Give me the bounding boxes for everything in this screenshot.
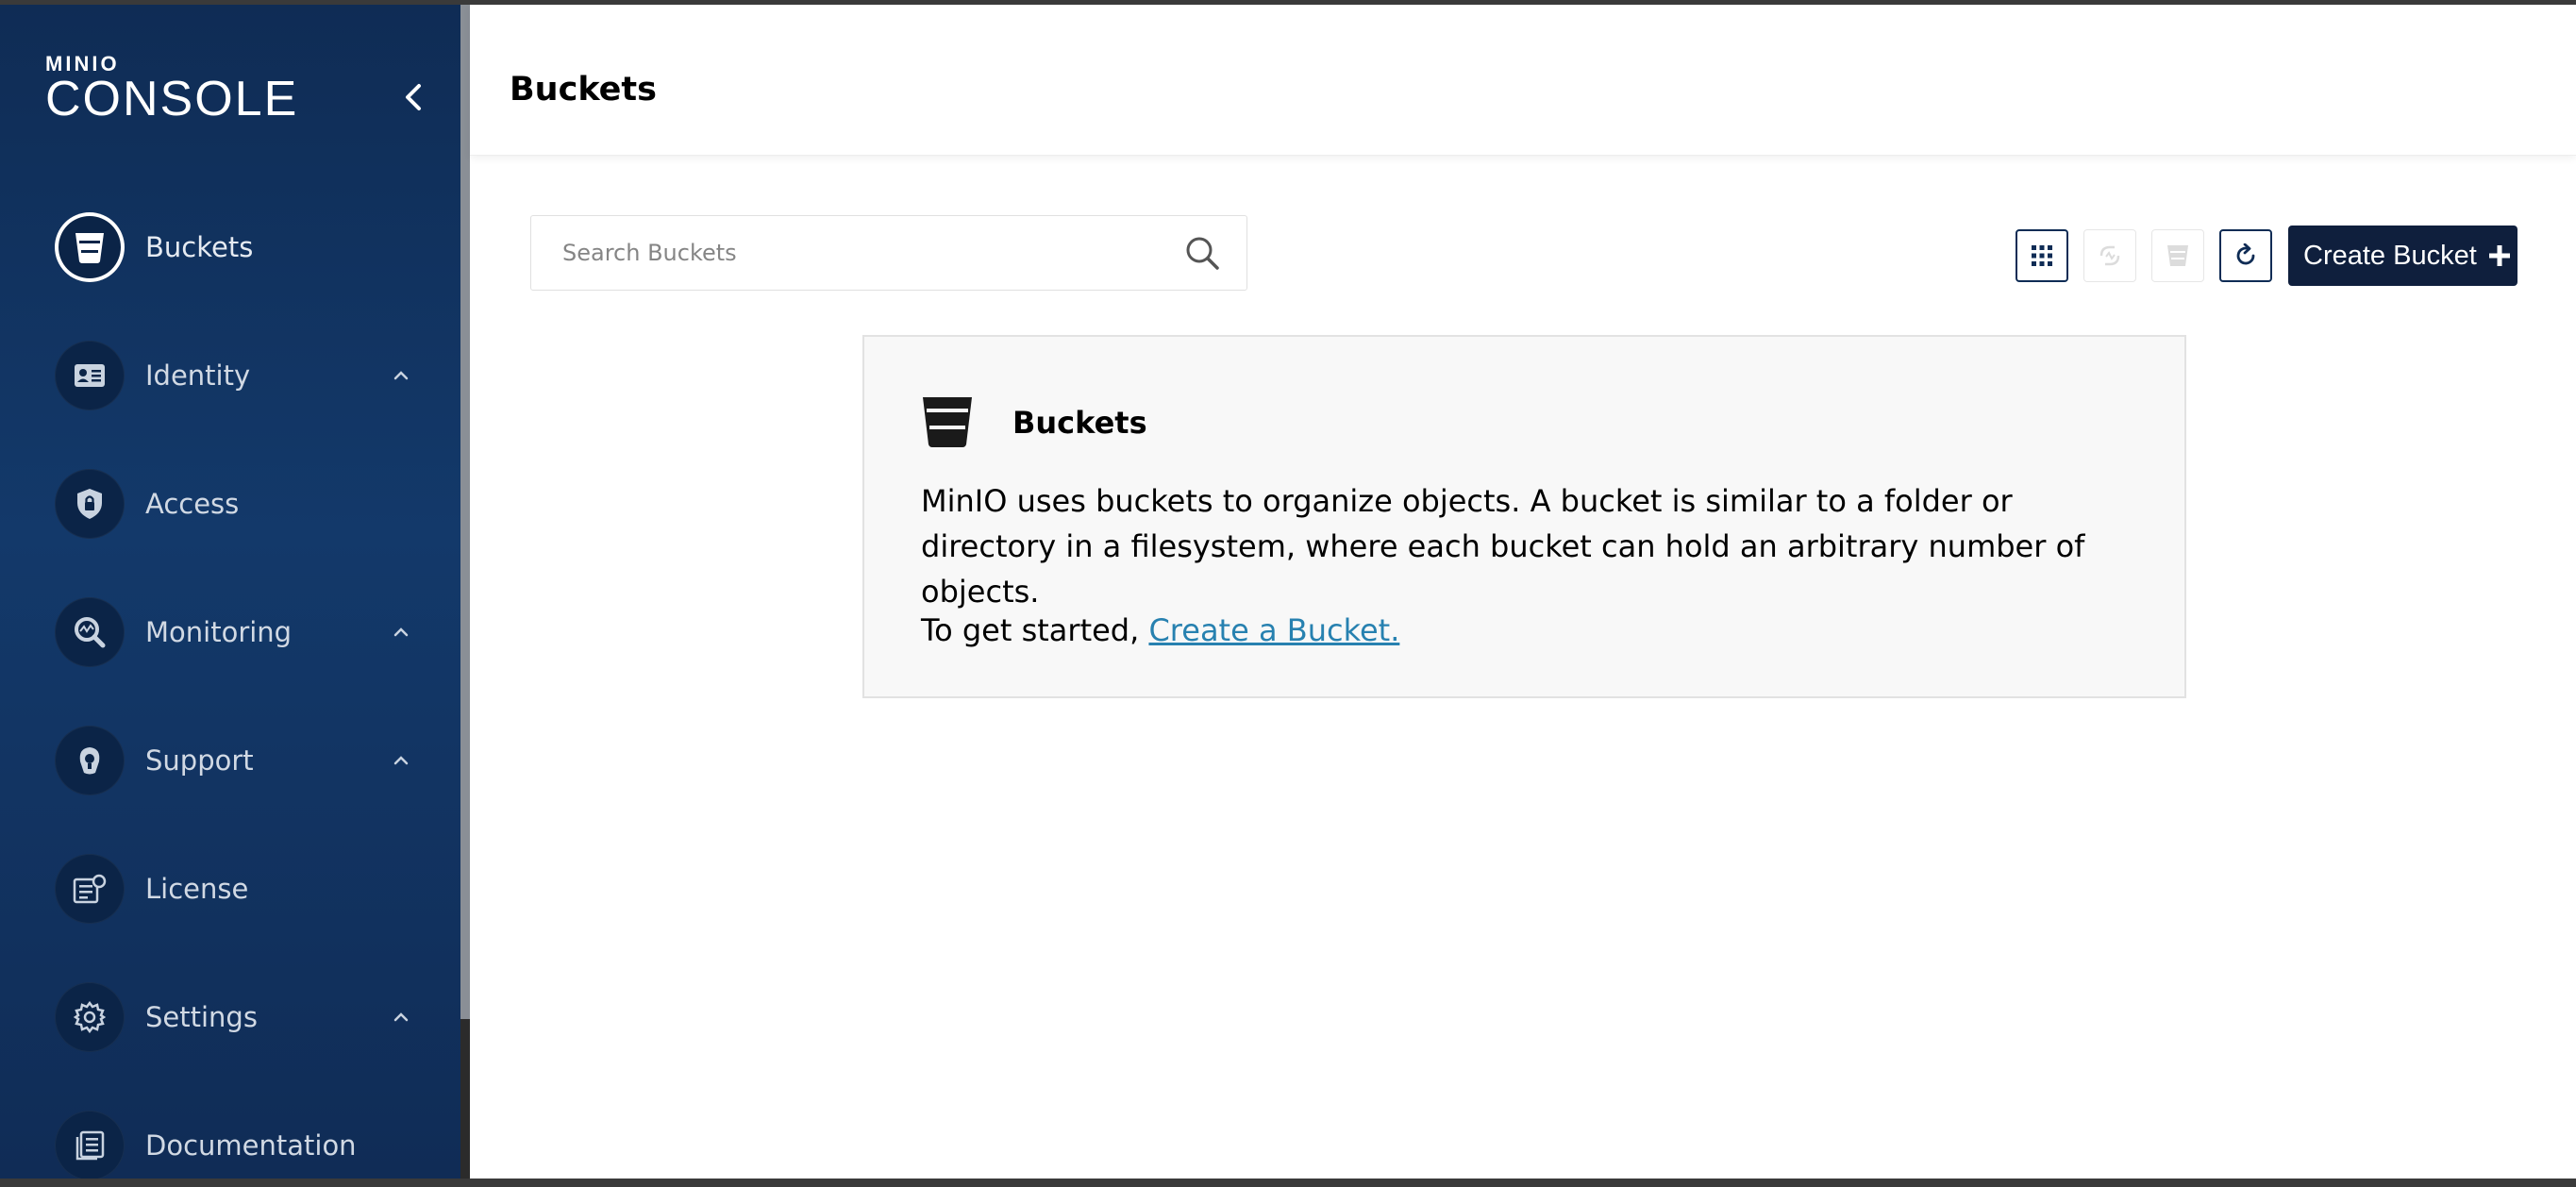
bucket-delete-icon	[2167, 245, 2188, 266]
app-window: MINIO CONSOLE Buckets Identity Access Mo…	[0, 5, 2576, 1179]
sidebar-item-label: Documentation	[145, 1129, 357, 1162]
delete-bucket-button	[2151, 229, 2204, 282]
sidebar: MINIO CONSOLE Buckets Identity Access Mo…	[0, 5, 460, 1179]
sidebar-item-identity[interactable]: Identity	[0, 324, 460, 427]
sidebar-item-label: Monitoring	[145, 616, 293, 648]
sidebar-scrollbar[interactable]	[460, 5, 470, 1019]
replication-button	[2083, 229, 2136, 282]
page-header: Buckets	[470, 5, 2576, 156]
card-call-to-action: To get started, Create a Bucket.	[921, 612, 1399, 648]
sidebar-item-label: Settings	[145, 1001, 258, 1033]
collapse-sidebar-button[interactable]	[394, 78, 432, 116]
license-certificate-icon	[55, 854, 125, 924]
chevron-up-icon[interactable]	[387, 618, 415, 646]
monitoring-magnifier-icon	[55, 597, 125, 667]
chevron-left-icon	[406, 84, 421, 110]
chevron-up-icon[interactable]	[387, 361, 415, 390]
create-bucket-link[interactable]: Create a Bucket.	[1148, 612, 1399, 648]
sidebar-item-label: Identity	[145, 359, 251, 392]
cta-prefix: To get started,	[921, 612, 1140, 648]
bucket-icon	[55, 212, 125, 282]
replication-icon	[2099, 245, 2120, 266]
search-input[interactable]	[531, 216, 1173, 290]
search-box	[530, 215, 1247, 291]
refresh-icon	[2236, 243, 2255, 265]
bucket-icon	[921, 395, 974, 448]
gear-icon	[55, 982, 125, 1052]
support-headset-icon	[55, 726, 125, 795]
sidebar-item-documentation[interactable]: Documentation	[0, 1094, 460, 1179]
sidebar-item-label: Access	[145, 488, 240, 520]
search-icon[interactable]	[1180, 231, 1224, 275]
shield-lock-icon	[55, 469, 125, 539]
sidebar-scrollbar-track	[460, 1019, 470, 1179]
grid-view-button[interactable]	[2016, 229, 2068, 282]
card-description: MinIO uses buckets to organize objects. …	[921, 483, 2085, 610]
buckets-info-card: Buckets MinIO uses buckets to organize o…	[862, 335, 2186, 698]
sidebar-item-label: License	[145, 873, 249, 905]
create-bucket-label: Create Bucket	[2303, 240, 2477, 271]
sidebar-item-monitoring[interactable]: Monitoring	[0, 580, 460, 684]
chevron-up-icon[interactable]	[387, 746, 415, 775]
logo-console-text: CONSOLE	[45, 72, 299, 126]
chevron-up-icon[interactable]	[387, 1003, 415, 1031]
sidebar-item-label: Buckets	[145, 231, 254, 263]
window-bottom-edge	[0, 1179, 2576, 1187]
sidebar-item-license[interactable]: License	[0, 837, 460, 941]
sidebar-item-settings[interactable]: Settings	[0, 965, 460, 1069]
sidebar-item-support[interactable]: Support	[0, 709, 460, 812]
sidebar-item-access[interactable]: Access	[0, 452, 460, 556]
sidebar-item-buckets[interactable]: Buckets	[0, 195, 460, 299]
refresh-button[interactable]	[2219, 229, 2272, 282]
page-title: Buckets	[510, 71, 657, 109]
create-bucket-button[interactable]: Create Bucket	[2288, 226, 2517, 286]
card-title: Buckets	[1012, 405, 1147, 441]
identity-card-icon	[55, 341, 125, 410]
grid-icon	[2032, 245, 2052, 266]
sidebar-item-label: Support	[145, 744, 254, 777]
minio-console-logo[interactable]: MINIO CONSOLE	[45, 54, 299, 126]
plus-icon	[2488, 244, 2511, 267]
documentation-icon	[55, 1111, 125, 1179]
